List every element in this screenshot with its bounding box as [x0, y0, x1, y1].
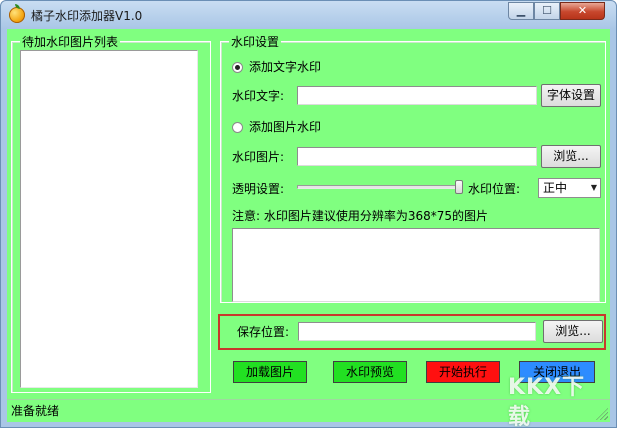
- image-list-title: 待加水印图片列表: [20, 35, 121, 49]
- watermark-settings-title: 水印设置: [229, 35, 282, 49]
- watermark-image-input[interactable]: [297, 147, 537, 166]
- watermark-settings-group: 水印设置 添加文字水印 水印文字: 字体设置 添加图片水印 水印图片: 浏览..…: [220, 35, 606, 303]
- image-list-group: 待加水印图片列表: [11, 35, 211, 393]
- text-watermark-radio[interactable]: [232, 62, 243, 73]
- position-label: 水印位置:: [468, 182, 521, 196]
- load-images-button[interactable]: 加载图片: [233, 361, 307, 383]
- minimize-button[interactable]: ▁: [508, 2, 534, 20]
- close-button[interactable]: ✕: [560, 2, 605, 20]
- save-location-frame: 保存位置: 浏览...: [218, 314, 606, 350]
- font-settings-button[interactable]: 字体设置: [541, 84, 601, 107]
- watermark-text-input[interactable]: [297, 86, 537, 105]
- opacity-slider-thumb[interactable]: [455, 180, 463, 194]
- save-location-browse-button[interactable]: 浏览...: [543, 320, 603, 343]
- orange-app-icon: [9, 4, 25, 23]
- position-select[interactable]: 正中 ▼: [538, 178, 601, 198]
- save-location-input[interactable]: [298, 322, 536, 341]
- image-list[interactable]: [20, 50, 198, 388]
- start-button[interactable]: 开始执行: [426, 361, 500, 383]
- image-watermark-radio[interactable]: [232, 122, 243, 133]
- position-select-value: 正中: [543, 181, 568, 195]
- watermark-preview-button[interactable]: 水印预览: [333, 361, 407, 383]
- watermark-text-label: 水印文字:: [232, 89, 285, 103]
- image-watermark-label: 添加图片水印: [249, 120, 322, 134]
- opacity-slider-track[interactable]: [297, 185, 463, 189]
- resize-grip-icon[interactable]: [596, 408, 608, 420]
- opacity-label: 透明设置:: [232, 182, 285, 196]
- title-bar[interactable]: 橘子水印添加器V1.0 ▁ ☐ ✕: [1, 1, 616, 29]
- text-watermark-label: 添加文字水印: [249, 60, 322, 74]
- maximize-button[interactable]: ☐: [534, 2, 560, 20]
- save-location-label: 保存位置:: [237, 325, 290, 339]
- note-text: 注意: 水印图片建议使用分辨率为368*75的图片: [232, 209, 489, 223]
- watermark-image-label: 水印图片:: [232, 150, 285, 164]
- chevron-down-icon: ▼: [590, 183, 597, 192]
- status-text: 准备就绪: [11, 404, 60, 418]
- watermark-image-browse-button[interactable]: 浏览...: [541, 145, 601, 168]
- window-title: 橘子水印添加器V1.0: [31, 9, 143, 23]
- site-watermark-logo: KKX下载: [508, 375, 586, 428]
- app-window: 橘子水印添加器V1.0 ▁ ☐ ✕ 待加水印图片列表 水印设置 添加文字水印 水…: [0, 0, 617, 428]
- log-textarea[interactable]: [232, 228, 600, 302]
- client-area: 待加水印图片列表 水印设置 添加文字水印 水印文字: 字体设置 添加图片水印 水…: [7, 29, 610, 399]
